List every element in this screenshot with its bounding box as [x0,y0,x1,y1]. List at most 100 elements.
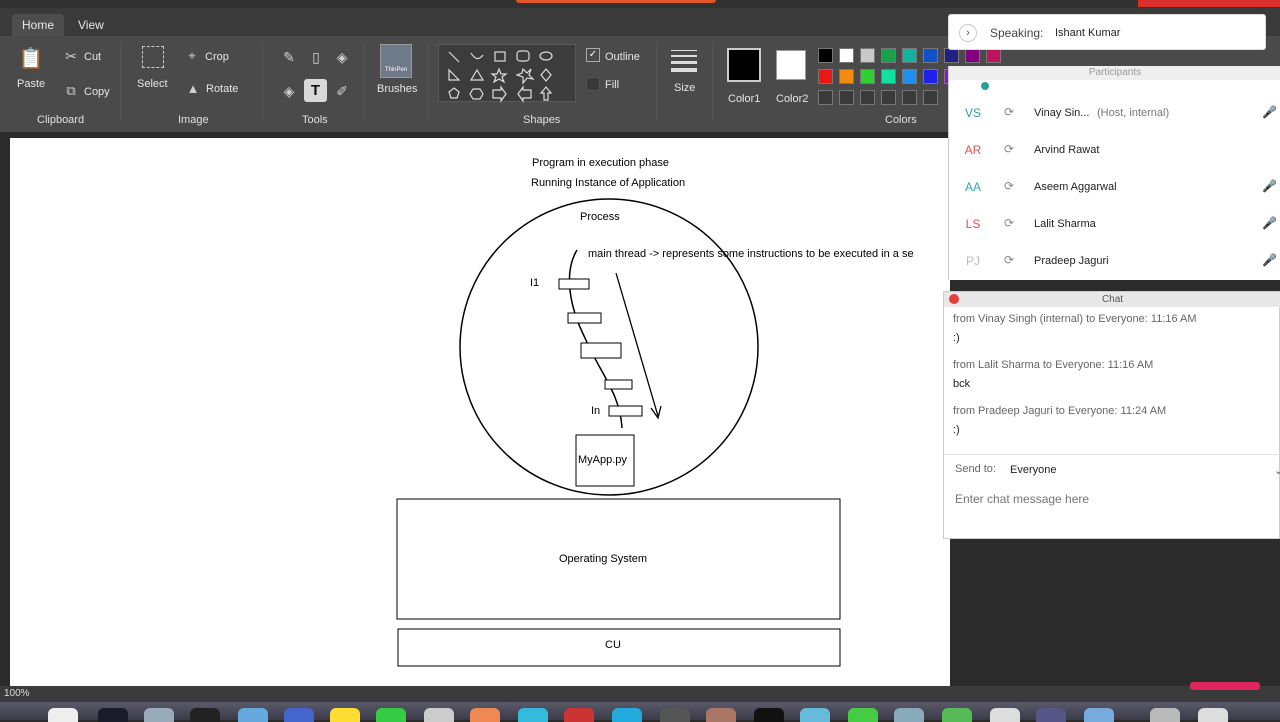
outline-checkbox[interactable]: ✓ [586,48,600,62]
chevron-right-icon[interactable]: › [959,24,977,42]
palette-swatch[interactable] [818,69,833,84]
select-button[interactable]: Select [137,78,168,90]
zoom-level[interactable]: 100% [4,688,30,699]
participant-name: Pradeep Jaguri [1034,255,1109,267]
color2-swatch[interactable] [776,50,806,80]
record-button[interactable] [1190,682,1260,690]
chat-message-input[interactable] [955,488,1255,510]
shapes-gallery[interactable] [438,44,576,103]
mic-muted-icon[interactable]: 🎤 [1262,216,1277,230]
custom-color-slot[interactable] [818,90,833,105]
instruction-block [608,405,643,417]
custom-color-slot[interactable] [902,90,917,105]
palette-swatch[interactable] [923,69,938,84]
palette-swatch[interactable] [839,48,854,63]
refresh-icon: ⟳ [1004,179,1015,193]
fill-label[interactable]: Fill [605,79,619,91]
rectangle-shape-icon [494,51,506,62]
group-colors-label: Colors [885,114,917,126]
speaking-bar: › Speaking: Ishant Kumar [948,14,1266,50]
avatar: VS [964,106,981,120]
watermark-banner[interactable] [1138,0,1280,7]
color2-label[interactable]: Color2 [776,93,808,105]
participant-row[interactable]: LS ⟳ Lalit Sharma 🎤 [949,206,1280,243]
participant-row[interactable]: PJ ⟳ Pradeep Jaguri 🎤 [949,243,1280,280]
palette-swatch[interactable] [839,69,854,84]
chevron-down-icon[interactable]: ⌄ [1274,464,1280,477]
paste-button[interactable]: Paste [17,78,45,90]
mic-muted-icon[interactable]: 🎤 [1262,105,1277,119]
group-shapes-label: Shapes [523,114,561,126]
curve-shape-icon [470,52,484,60]
send-to-select[interactable]: Everyone ⌄ [1010,464,1280,477]
palette-swatch[interactable] [986,48,1001,63]
cut-button[interactable]: Cut [84,51,101,63]
mic-muted-icon[interactable]: 🎤 [1262,179,1277,193]
size-lines-icon[interactable] [671,50,697,74]
custom-color-slot[interactable] [923,90,938,105]
outline-label[interactable]: Outline [605,51,640,63]
select-icon[interactable] [142,46,164,68]
custom-color-slot[interactable] [881,90,896,105]
palette-swatch[interactable] [881,69,896,84]
status-bar: 100% [0,686,1280,702]
color-palette[interactable] [818,48,1001,108]
brushes-button[interactable]: Brushes [377,83,417,95]
close-icon[interactable] [949,294,959,304]
brush-thumbnail-icon[interactable]: ThinPen [380,44,412,78]
shapes-icons [448,50,553,103]
color1-label[interactable]: Color1 [728,93,760,105]
custom-color-slot[interactable] [860,90,875,105]
chat-message-meta: from Pradeep Jaguri to Everyone: 11:24 A… [953,405,1167,417]
pencil-icon[interactable]: ✎ [278,47,300,67]
palette-swatch[interactable] [860,69,875,84]
palette-swatch[interactable] [860,48,875,63]
palette-swatch[interactable] [818,48,833,63]
status-dot-icon [981,82,989,90]
crop-icon[interactable]: ⌖ [184,48,200,64]
size-button[interactable]: Size [674,82,695,94]
palette-swatch[interactable] [965,48,980,63]
divider [428,44,429,122]
thread-label: main thread -> represents some instructi… [588,248,914,260]
participant-row[interactable]: VS ⟳ Vinay Sin... (Host, internal) 🎤 [949,95,1280,132]
color-fill-icon[interactable]: ◈ [278,80,300,102]
participant-row[interactable]: AR ⟳ Arvind Rawat [949,132,1280,169]
crop-button[interactable]: Crop [205,51,229,63]
tab-home[interactable]: Home [12,14,65,36]
chat-panel: Chat from Vinay Singh (internal) to Ever… [943,291,1280,539]
eyedropper-icon[interactable]: ✐ [331,80,353,102]
rotate-button[interactable]: Rotate [206,83,238,95]
avatar: LS [965,217,981,231]
participant-name: Vinay Sin... [1034,107,1090,119]
custom-color-slot[interactable] [839,90,854,105]
diamond-shape-icon [540,68,552,82]
avatar: PJ [965,254,980,268]
palette-swatch[interactable] [902,69,917,84]
instruction-block [604,379,633,390]
palette-swatch[interactable] [923,48,938,63]
refresh-icon: ⟳ [1004,142,1015,156]
mic-muted-icon[interactable]: 🎤 [1262,253,1277,267]
text-tool-icon[interactable]: T [304,79,327,102]
fill-bucket-icon[interactable]: ◈ [331,47,353,67]
rotate-icon[interactable]: ▲ [184,80,202,96]
instruction-block [567,312,602,324]
palette-swatch[interactable] [944,48,959,63]
group-tools-label: Tools [302,114,328,126]
scissors-icon[interactable]: ✂ [62,47,80,65]
palette-swatch[interactable] [881,48,896,63]
speaking-label: Speaking: [990,26,1044,40]
copy-button[interactable]: Copy [84,86,110,98]
drawing-canvas[interactable]: Program in execution phase Running Insta… [10,138,950,686]
tab-view[interactable]: View [68,14,114,36]
paste-icon[interactable]: 📋 [18,44,44,72]
color1-swatch[interactable] [727,48,761,82]
copy-icon[interactable]: ⧉ [62,82,80,100]
refresh-icon: ⟳ [1004,216,1015,230]
eraser-icon[interactable]: ▯ [305,47,327,67]
participant-row[interactable]: AA ⟳ Aseem Aggarwal 🎤 [949,169,1280,206]
thread-curve [568,249,623,429]
fill-checkbox[interactable] [586,77,600,91]
palette-swatch[interactable] [902,48,917,63]
